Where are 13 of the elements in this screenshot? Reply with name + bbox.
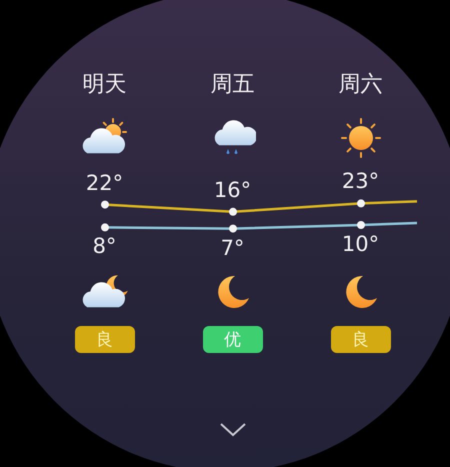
air-quality-badge: 良 xyxy=(74,326,134,353)
low-temperature: 8° xyxy=(92,234,116,258)
high-temperature: 16° xyxy=(214,178,252,202)
air-quality-badge: 优 xyxy=(202,326,262,353)
day-label: 周六 xyxy=(338,72,382,98)
low-temperature: 7° xyxy=(220,236,244,260)
day-label: 周五 xyxy=(210,72,254,98)
chevron-down-icon[interactable] xyxy=(220,423,246,437)
low-temperature: 10° xyxy=(342,232,380,256)
high-temperature: 22° xyxy=(86,170,124,195)
high-temperature: 23° xyxy=(342,169,380,194)
day-label: 明天 xyxy=(82,72,126,98)
air-quality-badge: 良 xyxy=(330,326,390,353)
